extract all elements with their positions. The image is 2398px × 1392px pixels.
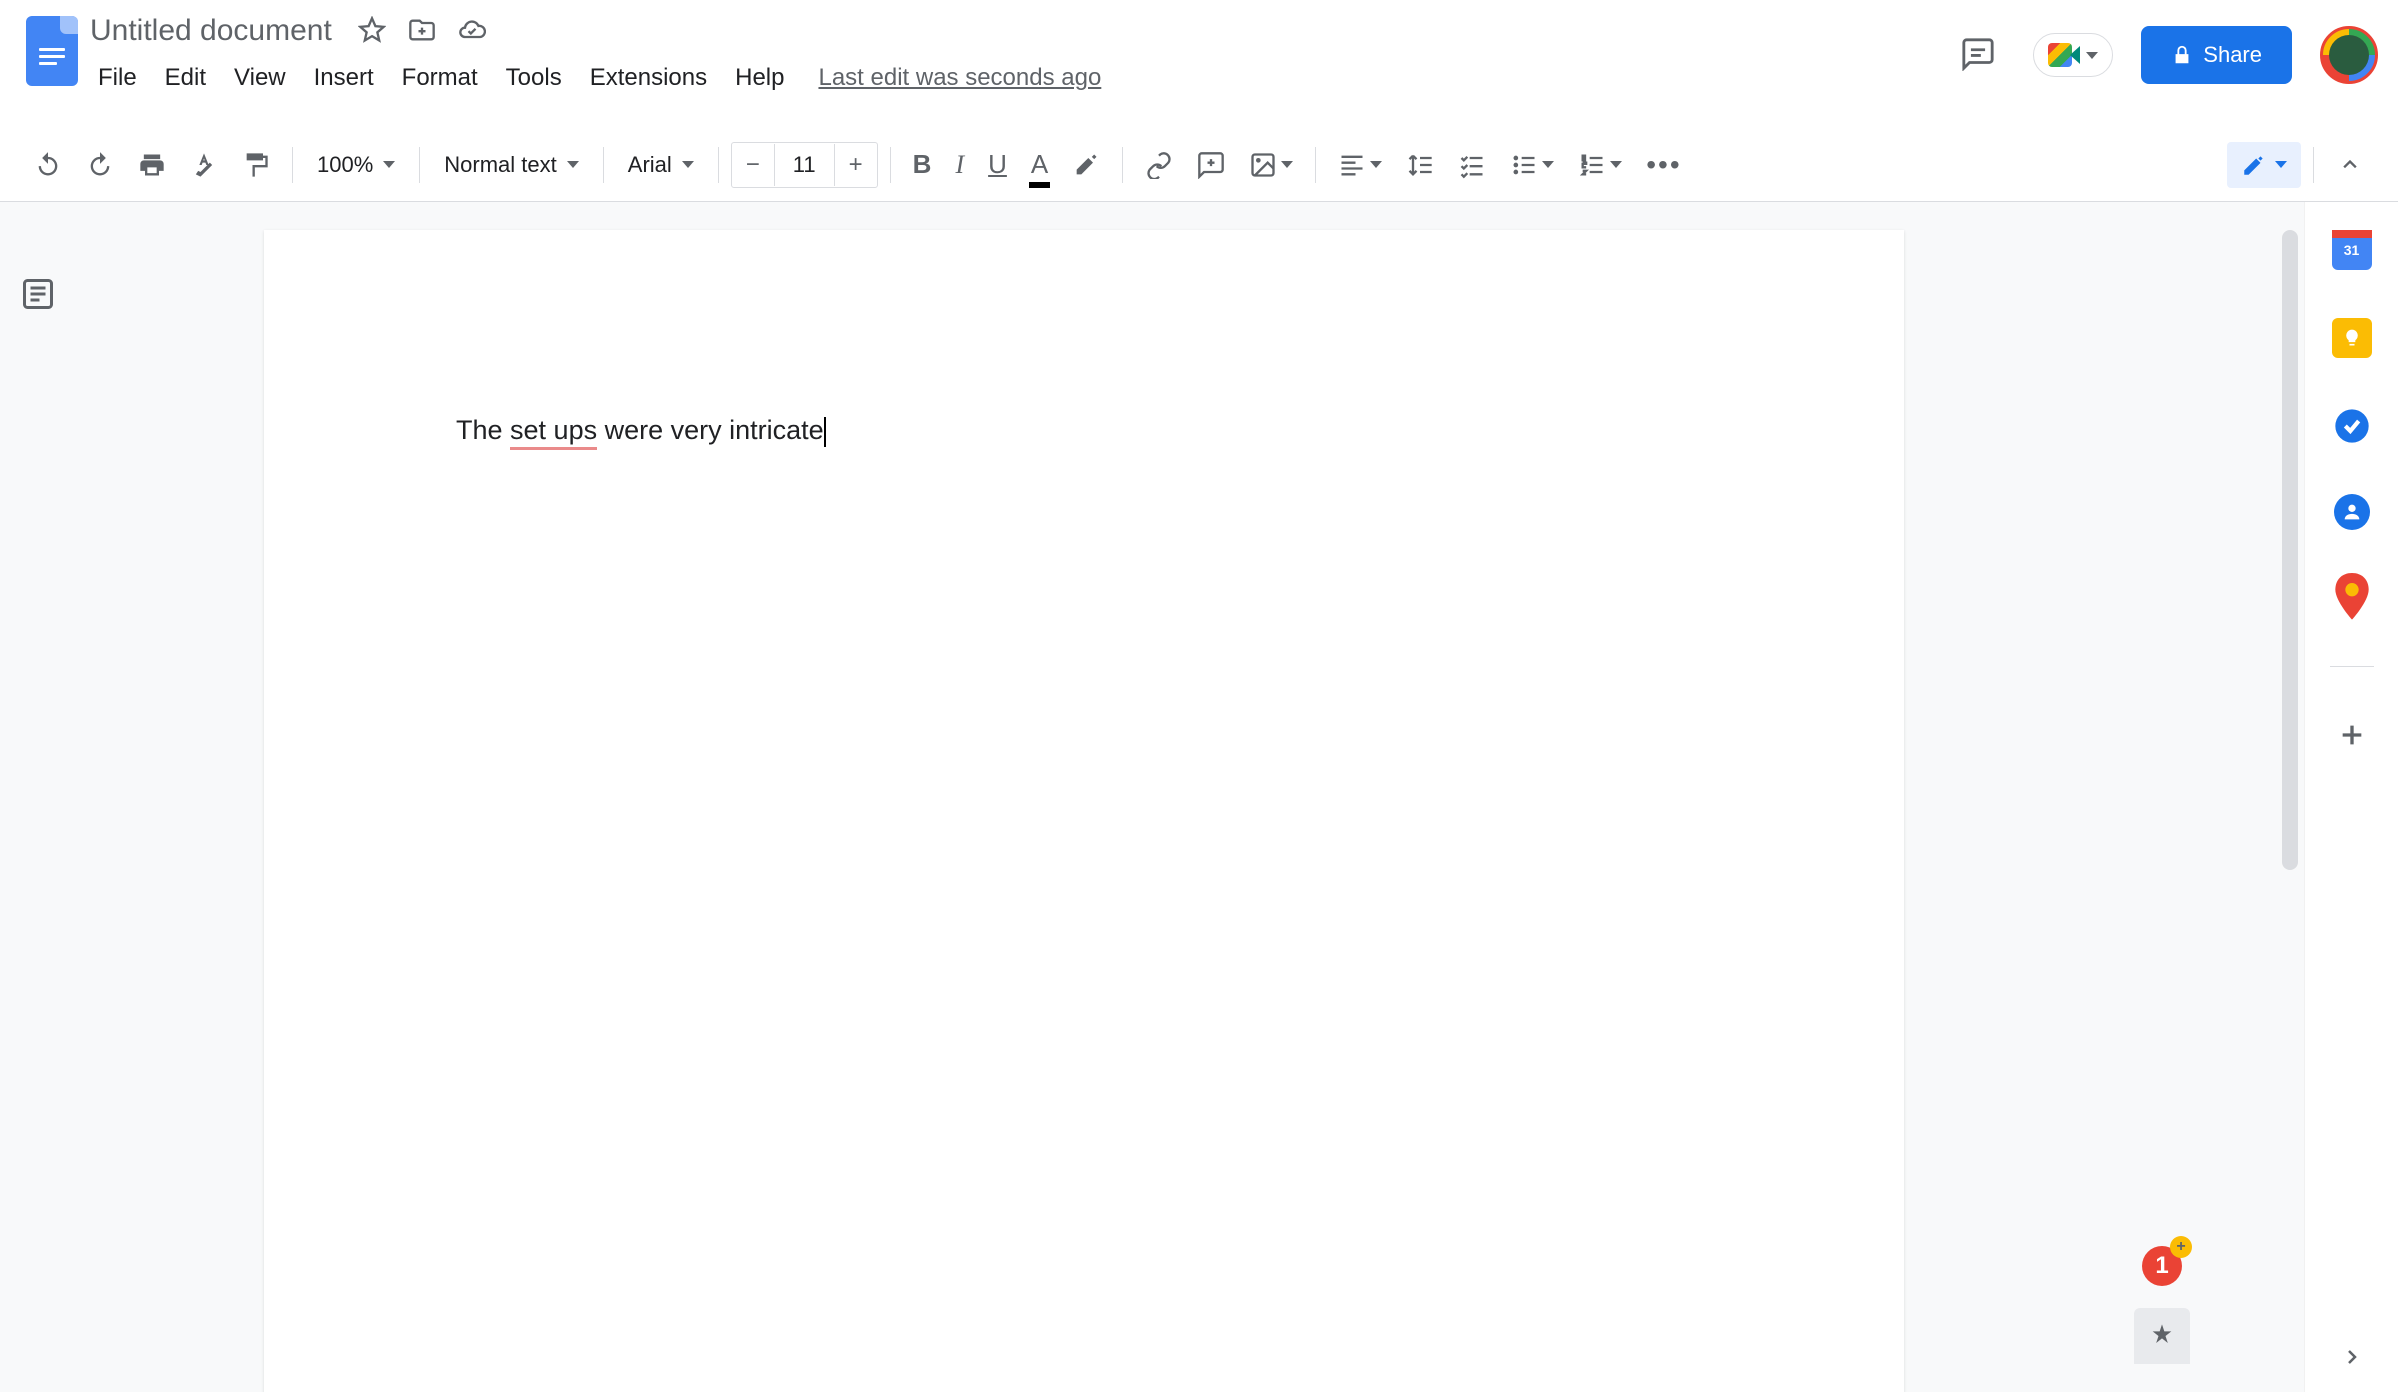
align-button[interactable] bbox=[1328, 141, 1392, 189]
highlight-button[interactable] bbox=[1062, 141, 1110, 189]
spellcheck-button[interactable] bbox=[180, 141, 228, 189]
meet-button[interactable] bbox=[2033, 33, 2113, 77]
bold-button[interactable]: B bbox=[903, 139, 942, 190]
tasks-app-icon[interactable] bbox=[2332, 406, 2372, 446]
toolbar: 100% Normal text Arial − 11 + B I U A bbox=[0, 128, 2398, 202]
document-title[interactable]: Untitled document bbox=[84, 12, 338, 50]
font-size-control: − 11 + bbox=[731, 142, 878, 188]
header-right: Share bbox=[1951, 12, 2378, 84]
docs-home-icon[interactable] bbox=[20, 12, 84, 100]
main: The set ups were very intricate 1 + 31 bbox=[0, 202, 2398, 1392]
chevron-down-icon bbox=[682, 161, 694, 168]
explore-button[interactable] bbox=[2134, 1308, 2190, 1364]
chevron-down-icon bbox=[1610, 161, 1622, 168]
checklist-button[interactable] bbox=[1448, 141, 1496, 189]
menu-extensions[interactable]: Extensions bbox=[576, 56, 721, 100]
text-segment: The bbox=[456, 415, 510, 445]
last-edit-link[interactable]: Last edit was seconds ago bbox=[818, 64, 1101, 92]
menu-view[interactable]: View bbox=[220, 56, 300, 100]
chevron-down-icon bbox=[2275, 161, 2287, 168]
calendar-app-icon[interactable]: 31 bbox=[2332, 230, 2372, 270]
chevron-down-icon bbox=[1370, 161, 1382, 168]
font-dropdown[interactable]: Arial bbox=[616, 144, 706, 186]
document-text[interactable]: The set ups were very intricate bbox=[456, 415, 826, 445]
zoom-dropdown[interactable]: 100% bbox=[305, 144, 407, 186]
title-row: Untitled document bbox=[84, 12, 1951, 50]
header: Untitled document File Edit View bbox=[0, 0, 2398, 128]
canvas[interactable]: The set ups were very intricate 1 + bbox=[76, 202, 2304, 1392]
line-spacing-button[interactable] bbox=[1396, 141, 1444, 189]
insert-link-button[interactable] bbox=[1135, 141, 1183, 189]
side-panel-expand-icon[interactable] bbox=[2340, 1345, 2364, 1372]
print-button[interactable] bbox=[128, 141, 176, 189]
share-button[interactable]: Share bbox=[2141, 26, 2292, 84]
chevron-down-icon bbox=[383, 161, 395, 168]
divider bbox=[2330, 666, 2374, 667]
numbered-list-button[interactable] bbox=[1568, 141, 1632, 189]
bottom-right-controls: 1 + bbox=[2134, 1246, 2190, 1364]
menu-edit[interactable]: Edit bbox=[151, 56, 220, 100]
menu-help[interactable]: Help bbox=[721, 56, 798, 100]
lock-icon bbox=[2171, 44, 2193, 66]
star-icon[interactable] bbox=[358, 16, 386, 47]
keep-app-icon[interactable] bbox=[2332, 318, 2372, 358]
menu-tools[interactable]: Tools bbox=[492, 56, 576, 100]
spell-error-text[interactable]: set ups bbox=[510, 415, 597, 450]
calendar-day: 31 bbox=[2344, 242, 2360, 258]
pencil-icon bbox=[2241, 152, 2267, 178]
meet-icon bbox=[2048, 42, 2080, 68]
zoom-value: 100% bbox=[317, 152, 373, 178]
notification-badge[interactable]: 1 + bbox=[2142, 1246, 2182, 1286]
document-outline-icon[interactable] bbox=[20, 276, 56, 312]
notification-count: 1 bbox=[2155, 1252, 2168, 1280]
collapse-toolbar-button[interactable] bbox=[2326, 141, 2374, 189]
maps-app-icon[interactable] bbox=[2332, 578, 2372, 618]
vertical-scrollbar[interactable] bbox=[2282, 230, 2298, 870]
plus-icon: + bbox=[2170, 1236, 2192, 1258]
move-icon[interactable] bbox=[408, 16, 436, 47]
get-addons-icon[interactable] bbox=[2332, 715, 2372, 755]
comment-history-icon[interactable] bbox=[1951, 27, 2005, 84]
menubar: File Edit View Insert Format Tools Exten… bbox=[84, 56, 1951, 100]
chevron-down-icon bbox=[567, 161, 579, 168]
font-value: Arial bbox=[628, 152, 672, 178]
chevron-down-icon bbox=[1542, 161, 1554, 168]
insert-image-button[interactable] bbox=[1239, 141, 1303, 189]
bulleted-list-button[interactable] bbox=[1500, 141, 1564, 189]
document-page[interactable]: The set ups were very intricate bbox=[264, 230, 1904, 1392]
undo-button[interactable] bbox=[24, 141, 72, 189]
editing-mode-button[interactable] bbox=[2227, 142, 2301, 188]
chevron-down-icon bbox=[1281, 161, 1293, 168]
paint-format-button[interactable] bbox=[232, 141, 280, 189]
cloud-status-icon[interactable] bbox=[458, 16, 486, 47]
menu-file[interactable]: File bbox=[84, 56, 151, 100]
menu-insert[interactable]: Insert bbox=[300, 56, 388, 100]
text-color-button[interactable]: A bbox=[1021, 139, 1058, 190]
share-label: Share bbox=[2203, 42, 2262, 68]
increase-font-button[interactable]: + bbox=[835, 143, 877, 187]
paragraph-style-value: Normal text bbox=[444, 152, 556, 178]
menu-format[interactable]: Format bbox=[388, 56, 492, 100]
font-size-input[interactable]: 11 bbox=[774, 144, 835, 186]
italic-button[interactable]: I bbox=[945, 140, 974, 190]
contacts-app-icon[interactable] bbox=[2334, 494, 2370, 530]
account-avatar[interactable] bbox=[2320, 26, 2378, 84]
redo-button[interactable] bbox=[76, 141, 124, 189]
text-cursor bbox=[824, 417, 826, 447]
text-segment: were very intricate bbox=[597, 415, 824, 445]
more-button[interactable]: ••• bbox=[1636, 139, 1691, 191]
decrease-font-button[interactable]: − bbox=[732, 143, 774, 187]
header-main: Untitled document File Edit View bbox=[84, 12, 1951, 100]
add-comment-button[interactable] bbox=[1187, 141, 1235, 189]
right-side-panel: 31 bbox=[2304, 202, 2398, 1392]
chevron-down-icon bbox=[2086, 52, 2098, 59]
paragraph-style-dropdown[interactable]: Normal text bbox=[432, 144, 590, 186]
left-margin bbox=[0, 202, 76, 1392]
underline-button[interactable]: U bbox=[978, 139, 1017, 190]
